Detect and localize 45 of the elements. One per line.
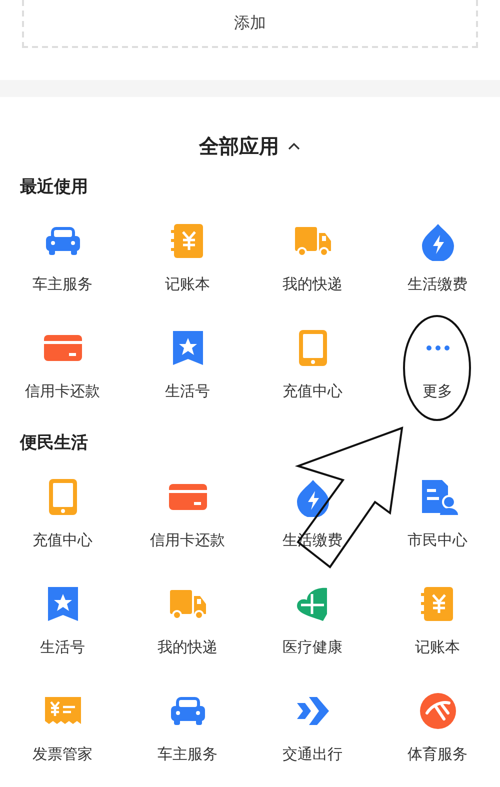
- section-title: 全部应用: [199, 133, 279, 160]
- app-tile[interactable]: 市民中心: [375, 459, 500, 566]
- app-tile[interactable]: 发票管家: [0, 673, 125, 780]
- group-heading: 最近使用: [20, 176, 88, 200]
- app-tile[interactable]: 记账本: [125, 203, 250, 310]
- add-box[interactable]: 添加: [22, 0, 478, 48]
- app-tile[interactable]: 充值中心: [250, 310, 375, 417]
- app-tile[interactable]: 信用卡还款: [0, 310, 125, 417]
- app-tile[interactable]: 我的快递: [250, 203, 375, 310]
- app-label: 体育服务: [408, 744, 468, 765]
- collapse-chevron-icon[interactable]: [287, 141, 301, 151]
- app-tile[interactable]: 车主服务: [125, 673, 250, 780]
- app-label: 我的快递: [158, 637, 218, 658]
- app-tile[interactable]: 更多: [375, 310, 500, 417]
- app-label: 充值中心: [32, 530, 92, 551]
- app-label: 医疗健康: [282, 637, 342, 658]
- app-label: 生活号: [165, 381, 210, 402]
- app-label: 车主服务: [158, 744, 218, 765]
- app-tile[interactable]: 生活号: [125, 310, 250, 417]
- app-tile[interactable]: 生活号: [0, 566, 125, 673]
- app-label: 充值中心: [282, 381, 342, 402]
- app-tile[interactable]: 车主服务: [0, 203, 125, 310]
- sports-icon: [418, 691, 458, 731]
- app-label: 交通出行: [282, 744, 342, 765]
- app-label: 生活号: [40, 637, 85, 658]
- app-label: 生活缴费: [408, 274, 468, 295]
- app-label: 信用卡还款: [25, 381, 100, 402]
- more-icon: [426, 345, 450, 351]
- app-tile[interactable]: 信用卡还款: [125, 459, 250, 566]
- app-tile[interactable]: 体育服务: [375, 673, 500, 780]
- app-tile[interactable]: 充值中心: [0, 459, 125, 566]
- app-tile[interactable]: 我的快递: [125, 566, 250, 673]
- group-heading: 便民生活: [20, 432, 88, 456]
- app-label: 更多: [422, 381, 452, 402]
- app-label: 发票管家: [32, 744, 92, 765]
- app-tile[interactable]: 交通出行: [250, 673, 375, 780]
- app-label: 车主服务: [32, 274, 92, 295]
- app-label: 市民中心: [408, 530, 468, 551]
- app-tile[interactable]: 生活缴费: [375, 203, 500, 310]
- app-label: 信用卡还款: [150, 530, 225, 551]
- app-tile[interactable]: 记账本: [375, 566, 500, 673]
- app-tile[interactable]: 医疗健康: [250, 566, 375, 673]
- app-label: 记账本: [165, 274, 210, 295]
- app-label: 我的快递: [282, 274, 342, 295]
- app-label: 记账本: [415, 637, 460, 658]
